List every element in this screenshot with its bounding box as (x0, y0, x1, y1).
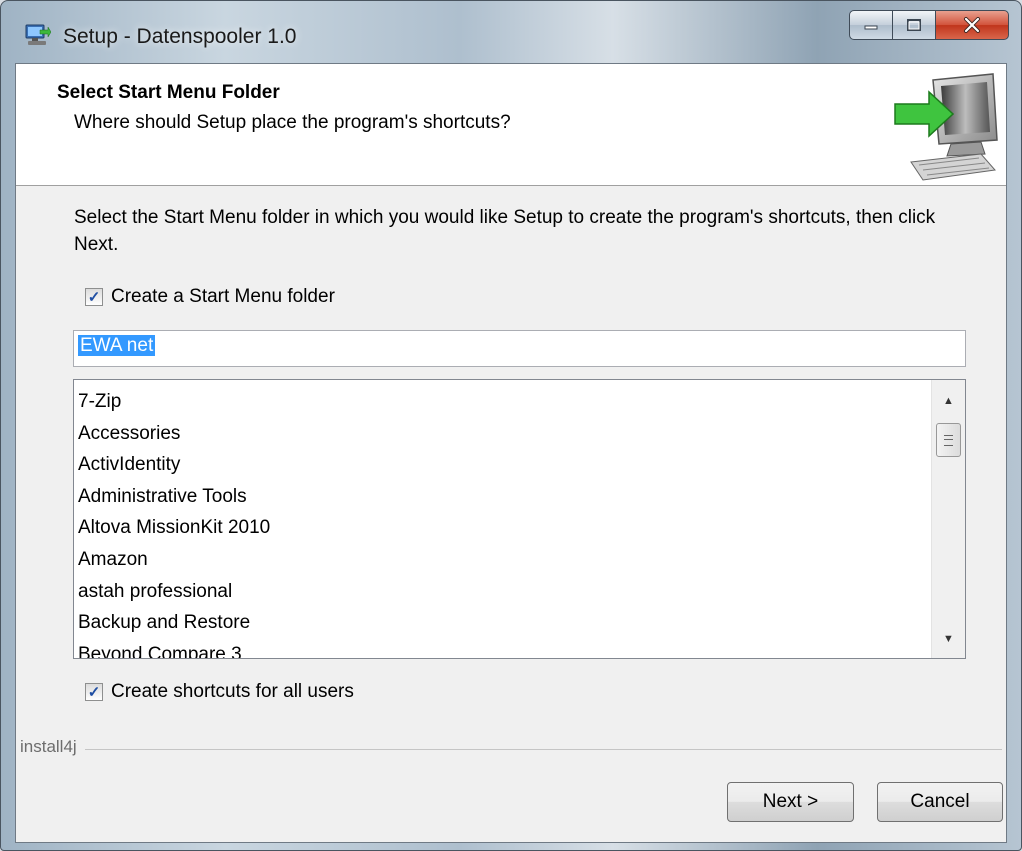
setup-computer-icon (25, 24, 51, 45)
computer-with-arrow-icon (894, 73, 998, 181)
create-folder-checkbox[interactable]: ✓ (85, 288, 103, 306)
wizard-header: Select Start Menu Folder Where should Se… (16, 64, 1006, 186)
caption-buttons (849, 10, 1009, 40)
maximize-icon (907, 19, 921, 31)
create-folder-option[interactable]: ✓ Create a Start Menu folder (85, 286, 335, 308)
setup-window: Setup - Datenspooler 1.0 Select Start Me… (0, 0, 1022, 851)
scroll-thumb[interactable] (936, 423, 961, 457)
minimize-icon (864, 25, 878, 30)
list-item[interactable]: 7-Zip (78, 386, 929, 418)
brand-label: install4j (20, 737, 85, 757)
folder-name-input[interactable]: EWA net (73, 330, 966, 367)
create-folder-label: Create a Start Menu folder (111, 286, 335, 307)
cancel-button[interactable]: Cancel (877, 782, 1003, 822)
page-title: Select Start Menu Folder (57, 82, 280, 103)
folder-listbox[interactable]: 7-Zip Accessories ActivIdentity Administ… (73, 379, 966, 659)
list-item[interactable]: Administrative Tools (78, 481, 929, 513)
brand-separator: install4j (16, 737, 1006, 761)
scroll-up-icon[interactable]: ▲ (932, 386, 965, 416)
list-item[interactable]: Accessories (78, 418, 929, 450)
all-users-checkbox[interactable]: ✓ (85, 683, 103, 701)
all-users-label: Create shortcuts for all users (111, 681, 354, 702)
maximize-button[interactable] (892, 10, 936, 40)
list-item[interactable]: Amazon (78, 544, 929, 576)
list-item[interactable]: Beyond Compare 3 (78, 639, 929, 658)
all-users-option[interactable]: ✓ Create shortcuts for all users (85, 681, 354, 703)
page-subtitle: Where should Setup place the program's s… (74, 112, 511, 133)
list-item[interactable]: Altova MissionKit 2010 (78, 512, 929, 544)
minimize-button[interactable] (849, 10, 893, 40)
instruction-text: Select the Start Menu folder in which yo… (74, 207, 936, 255)
list-item[interactable]: astah professional (78, 576, 929, 608)
folder-list: 7-Zip Accessories ActivIdentity Administ… (78, 386, 929, 658)
separator-line (20, 749, 1002, 750)
list-item[interactable]: Backup and Restore (78, 607, 929, 639)
close-button[interactable] (935, 10, 1009, 40)
grip-icon (944, 434, 953, 446)
window-title: Setup - Datenspooler 1.0 (63, 25, 297, 48)
scroll-down-icon[interactable]: ▼ (932, 624, 965, 654)
title-bar[interactable]: Setup - Datenspooler 1.0 (1, 1, 1021, 63)
close-icon (964, 17, 980, 33)
list-item[interactable]: ActivIdentity (78, 449, 929, 481)
folder-name-value: EWA net (78, 335, 156, 356)
next-button[interactable]: Next > (727, 782, 854, 822)
wizard-content: Select Start Menu Folder Where should Se… (15, 63, 1007, 843)
vertical-scrollbar[interactable]: ▲ ▼ (931, 380, 965, 658)
